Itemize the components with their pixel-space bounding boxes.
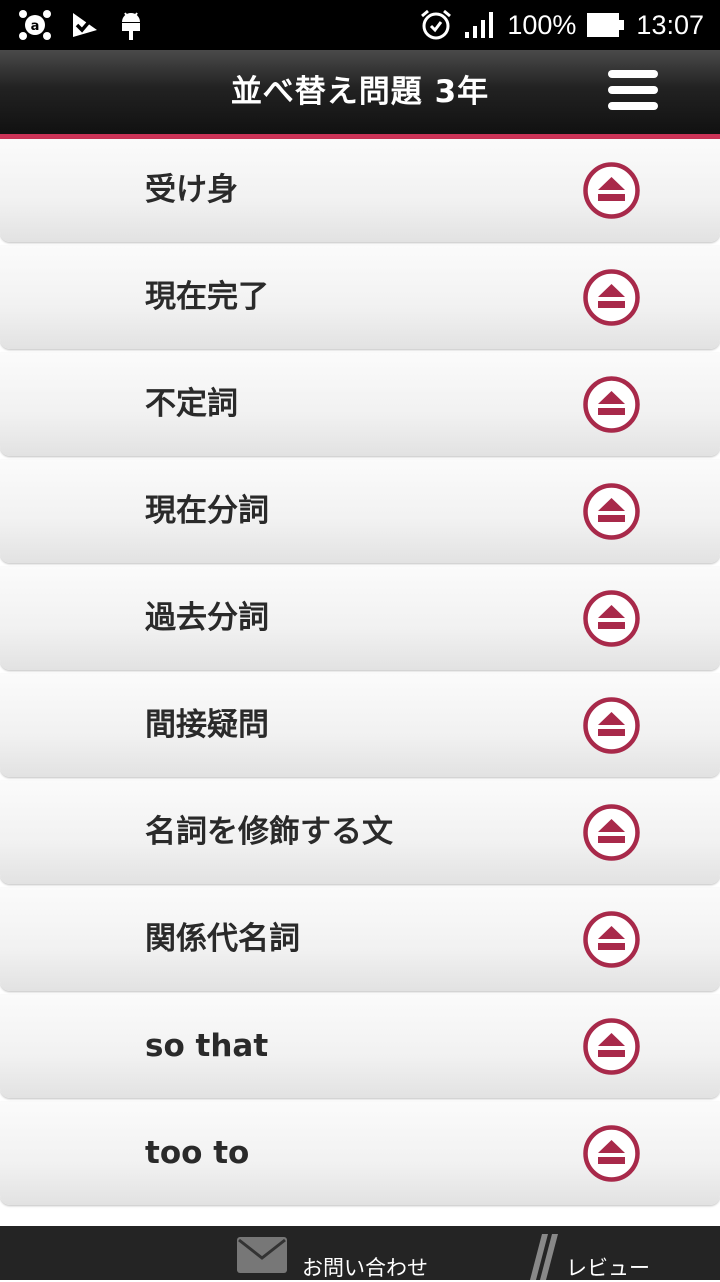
contact-button[interactable]: お問い合わせ <box>236 1226 428 1280</box>
list-item-label: 受け身 <box>145 172 238 208</box>
eject-icon[interactable] <box>583 376 640 433</box>
list-item[interactable]: too to <box>0 1102 720 1205</box>
signal-icon <box>463 10 497 40</box>
menu-bar <box>608 102 658 110</box>
list-item-label: 不定詞 <box>145 386 238 422</box>
list-item-label: 現在分詞 <box>145 493 269 529</box>
eject-icon[interactable] <box>583 590 640 647</box>
list-item-label: too to <box>145 1135 250 1171</box>
review-label: レビュー <box>566 1256 650 1280</box>
list-item[interactable]: 関係代名詞 <box>0 888 720 991</box>
lesson-list: 受け身現在完了不定詞現在分詞過去分詞間接疑問名詞を修飾する文 関係代名詞 so th… <box>0 139 720 1209</box>
list-item[interactable]: 不定詞 <box>0 353 720 456</box>
android-debug-icon <box>118 9 144 41</box>
status-bar: a 100% 13:07 <box>0 0 720 50</box>
list-item[interactable]: 過去分詞 <box>0 567 720 670</box>
list-item[interactable]: 現在分詞 <box>0 460 720 563</box>
hamburger-menu-icon[interactable] <box>608 70 658 110</box>
list-item[interactable]: so that <box>0 995 720 1098</box>
system-status: 100% 13:07 <box>419 8 704 42</box>
list-item-label: 関係代名詞 <box>145 921 300 957</box>
menu-bar <box>608 70 658 78</box>
svg-text:a: a <box>31 19 40 34</box>
list-item-label: 名詞を修飾する文 <box>145 814 393 850</box>
eject-icon[interactable] <box>583 483 640 540</box>
alarm-icon <box>419 8 453 42</box>
eject-icon[interactable] <box>583 1125 640 1182</box>
pencil-icon <box>528 1234 562 1280</box>
battery-percent: 100% <box>507 9 577 40</box>
review-button[interactable]: レビュー <box>528 1226 650 1280</box>
eject-icon[interactable] <box>583 269 640 326</box>
list-item[interactable]: 現在完了 <box>0 246 720 349</box>
eject-icon[interactable] <box>583 911 640 968</box>
list-item[interactable]: 受け身 <box>0 139 720 242</box>
battery-icon <box>586 12 626 38</box>
menu-bar <box>608 86 658 94</box>
list-item[interactable]: 名詞を修飾する文 <box>0 781 720 884</box>
list-item[interactable]: 間接疑問 <box>0 674 720 777</box>
list-item-label: 現在完了 <box>145 279 269 315</box>
avast-icon: a <box>18 8 52 42</box>
eject-icon[interactable] <box>583 162 640 219</box>
clock: 13:07 <box>636 9 704 40</box>
list-item-label: so that <box>145 1028 269 1064</box>
list-item-label: 過去分詞 <box>145 600 269 636</box>
list-item-label: 間接疑問 <box>145 707 269 743</box>
eject-icon[interactable] <box>583 804 640 861</box>
contact-label: お問い合わせ <box>302 1256 428 1280</box>
notification-icons: a <box>18 8 144 42</box>
mail-icon <box>236 1236 288 1274</box>
eject-icon[interactable] <box>583 1018 640 1075</box>
checkmark-app-icon <box>70 10 100 40</box>
eject-icon[interactable] <box>583 697 640 754</box>
app-header: 並べ替え問題 3年 <box>0 50 720 139</box>
footer-bar: お問い合わせ レビュー <box>0 1226 720 1280</box>
